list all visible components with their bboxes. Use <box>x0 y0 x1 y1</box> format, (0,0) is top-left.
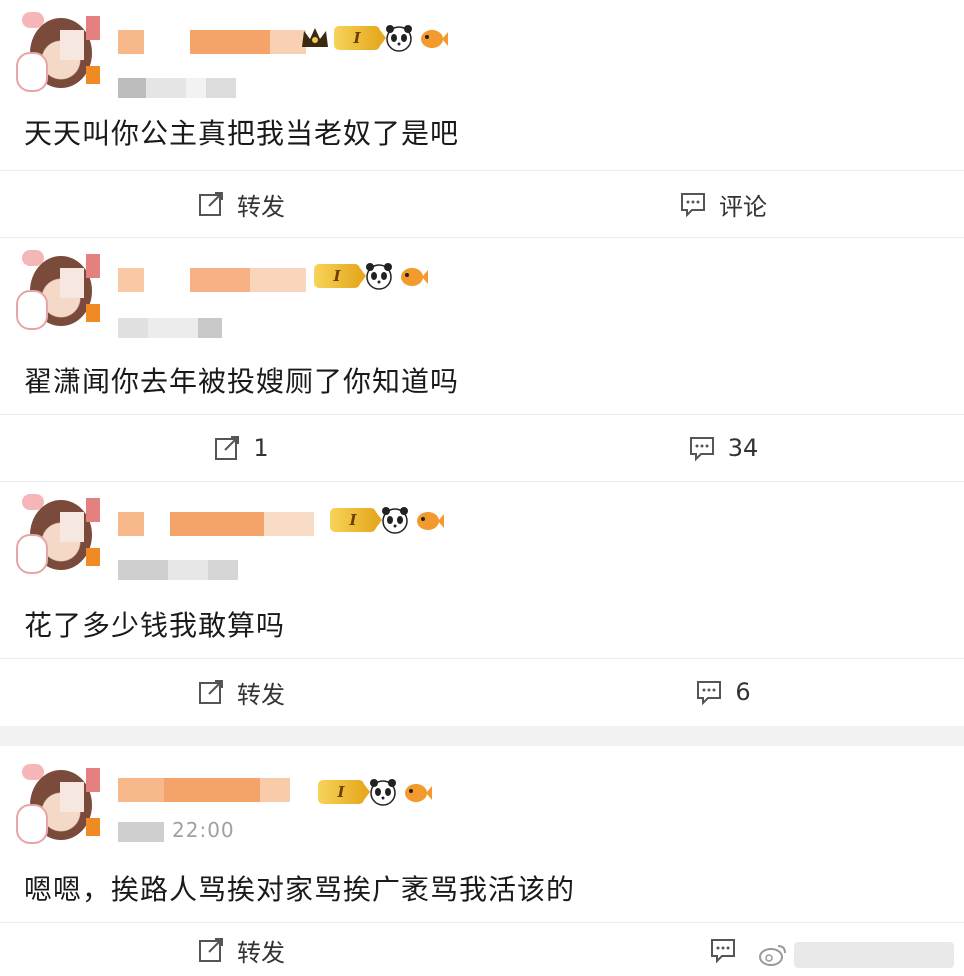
level-badge: I <box>334 26 386 50</box>
username-blurred[interactable] <box>118 778 290 802</box>
comment-text: 翟潇闻你去年被投嫂厕了你知道吗 <box>24 365 460 398</box>
fish-icon <box>405 784 432 802</box>
avatar[interactable] <box>16 12 100 92</box>
user-badges: I <box>318 778 432 806</box>
watermark <box>758 942 954 968</box>
avatar[interactable] <box>16 250 100 330</box>
panda-icon <box>366 263 392 290</box>
repost-count: 1 <box>253 434 269 462</box>
comment-button[interactable]: 34 <box>482 415 964 481</box>
comment-button[interactable]: 6 <box>482 659 964 725</box>
comment-card: I 天天叫你公主真把我当老奴了是吧 转发 评论 <box>0 0 964 238</box>
fish-icon <box>401 268 428 286</box>
repost-icon <box>199 680 223 704</box>
level-badge: I <box>318 780 370 804</box>
comment-feed: I 天天叫你公主真把我当老奴了是吧 转发 评论 I 翟潇闻你去年被投嫂厕了你知道… <box>0 0 964 976</box>
repost-button[interactable]: 转发 <box>0 659 482 725</box>
divider <box>0 922 964 923</box>
weibo-logo-icon <box>759 945 786 966</box>
repost-button[interactable]: 1 <box>0 415 482 481</box>
repost-button[interactable]: 转发 <box>0 171 482 237</box>
comment-icon <box>689 437 714 462</box>
timestamp: 22:00 <box>172 818 235 842</box>
repost-icon <box>199 938 223 962</box>
fish-icon <box>417 512 444 530</box>
panda-icon <box>386 25 412 52</box>
user-badges: I <box>300 24 448 52</box>
username-blurred[interactable] <box>118 512 314 536</box>
comment-card: I 翟潇闻你去年被投嫂厕了你知道吗 1 34 <box>0 238 964 482</box>
watermark-username-blurred <box>794 942 954 968</box>
fish-icon <box>421 30 448 48</box>
repost-label: 转发 <box>237 680 285 709</box>
panda-icon <box>382 507 408 534</box>
timestamp-blurred <box>118 318 222 338</box>
section-separator <box>0 726 964 746</box>
repost-label: 转发 <box>237 192 285 221</box>
repost-icon <box>199 192 223 216</box>
avatar[interactable] <box>16 494 100 574</box>
avatar[interactable] <box>16 764 100 844</box>
timestamp-blurred <box>118 822 164 842</box>
comment-label: 评论 <box>719 192 767 221</box>
comment-text: 嗯嗯，挨路人骂挨对家骂挨广袤骂我活该的 <box>24 873 576 906</box>
username-blurred[interactable] <box>118 30 306 54</box>
comment-count: 6 <box>735 678 751 706</box>
comment-icon <box>681 193 705 218</box>
repost-button[interactable]: 转发 <box>0 924 482 976</box>
panda-icon <box>370 779 396 806</box>
crown-icon <box>302 28 328 47</box>
comment-icon <box>697 681 722 706</box>
comment-count: 34 <box>727 434 759 462</box>
comment-text: 花了多少钱我敢算吗 <box>24 609 286 642</box>
repost-label: 转发 <box>237 938 285 967</box>
comment-card: I 花了多少钱我敢算吗 转发 6 <box>0 482 964 726</box>
timestamp-blurred <box>118 78 236 98</box>
username-blurred[interactable] <box>118 268 306 292</box>
level-badge: I <box>314 264 366 288</box>
user-badges: I <box>314 262 428 290</box>
comment-text: 天天叫你公主真把我当老奴了是吧 <box>24 117 460 150</box>
timestamp-blurred <box>118 560 238 580</box>
user-badges: I <box>330 506 444 534</box>
comment-button[interactable]: 评论 <box>482 171 964 237</box>
level-badge: I <box>330 508 382 532</box>
comment-card: I 22:00 嗯嗯，挨路人骂挨对家骂挨广袤骂我活该的 转发 <box>0 746 964 976</box>
comment-icon <box>711 939 735 964</box>
repost-icon <box>215 436 240 460</box>
